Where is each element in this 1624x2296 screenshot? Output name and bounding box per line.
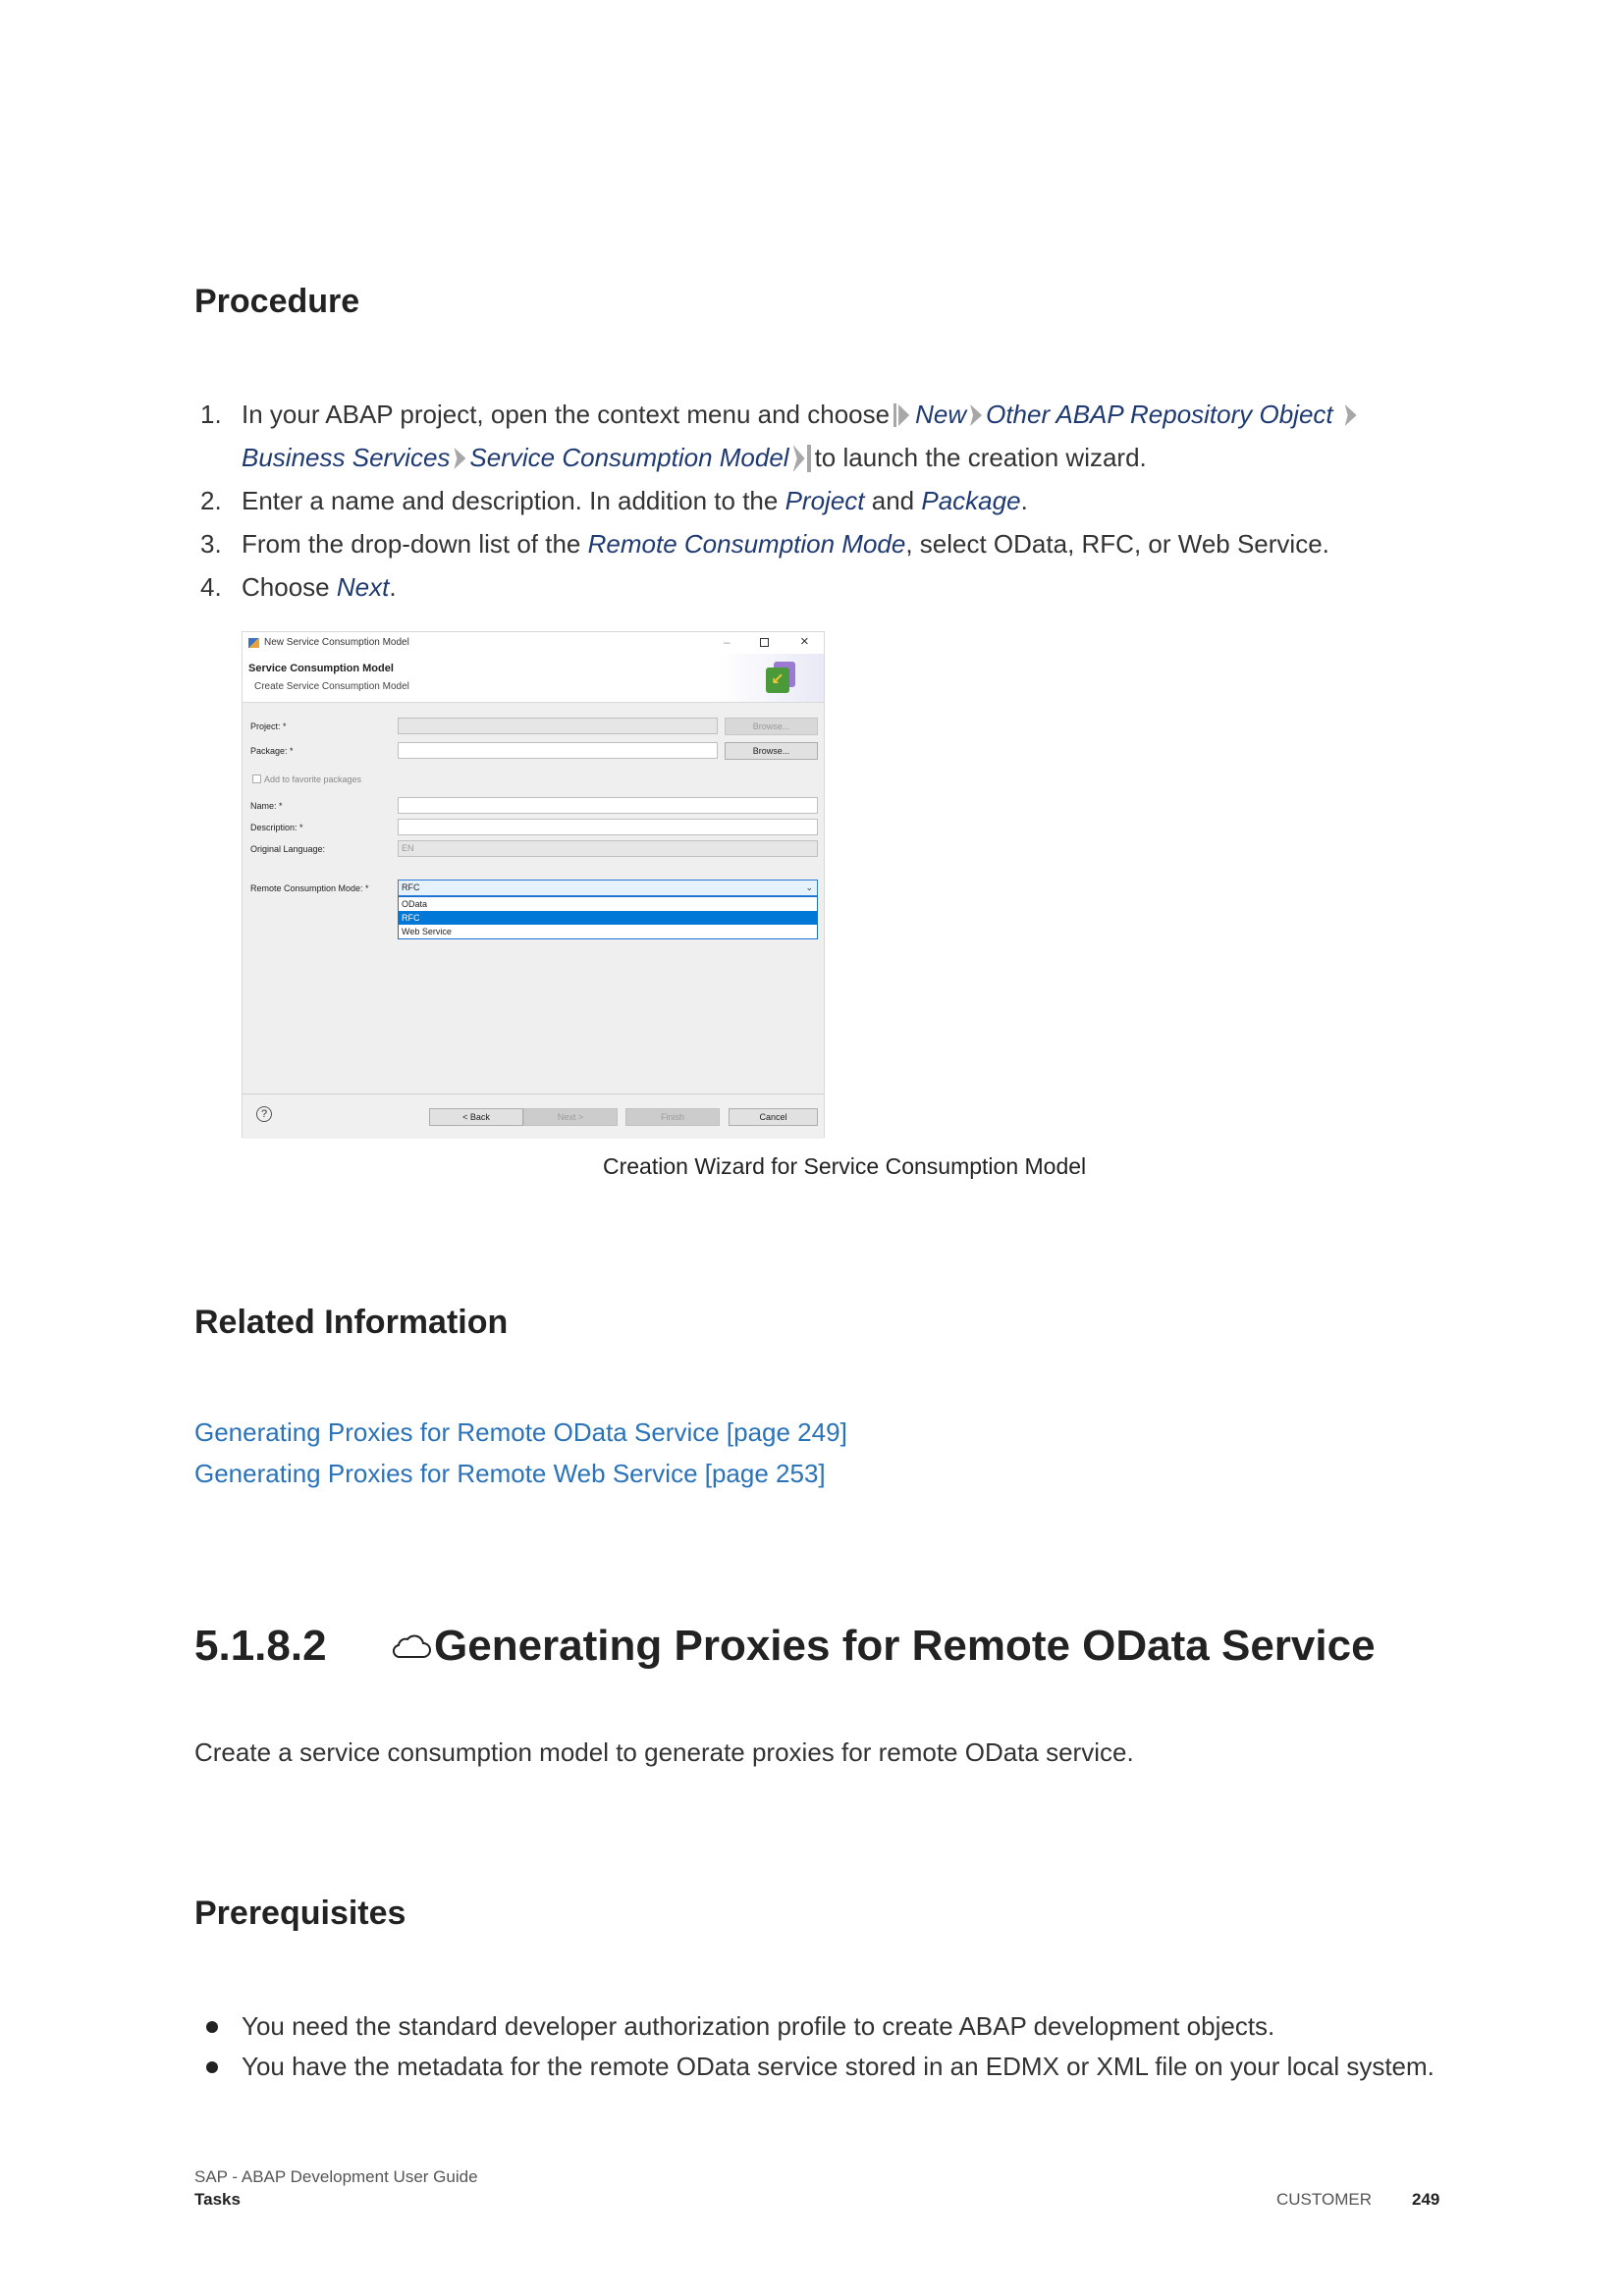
step-number: 4. — [200, 572, 222, 602]
remote-consumption-mode-label: Remote Consumption Mode: * — [250, 883, 369, 893]
step-4: 4. Choose Next. — [194, 565, 1471, 609]
prerequisites-list: You need the standard developer authoriz… — [194, 2006, 1435, 2087]
help-icon: ? — [256, 1106, 272, 1122]
remote-consumption-mode-value: RFC — [402, 882, 420, 892]
step-1: 1. In your ABAP project, open the contex… — [194, 393, 1471, 479]
step-text: In your ABAP project, open the context m… — [242, 400, 891, 429]
step-text: Choose — [242, 572, 330, 602]
menu-path-start-icon — [893, 403, 909, 427]
chevron-right-icon — [970, 404, 983, 426]
step-text: and — [871, 486, 915, 515]
page-number: 249 — [1412, 2190, 1440, 2209]
list-item: You have the metadata for the remote ODa… — [194, 2047, 1435, 2087]
package-field — [398, 742, 718, 759]
wizard-banner-icon: ↙ — [766, 662, 795, 695]
step-number: 1. — [200, 400, 222, 429]
dialog-header: Service Consumption Model Create Service… — [243, 654, 824, 703]
favorite-label: Add to favorite packages — [264, 774, 362, 784]
step-3: 3. From the drop-down list of the Remote… — [194, 522, 1471, 565]
related-link-odata[interactable]: Generating Proxies for Remote OData Serv… — [194, 1417, 847, 1448]
figure-caption: Creation Wizard for Service Consumption … — [603, 1153, 1087, 1179]
original-language-field: EN — [398, 840, 818, 857]
wizard-screenshot: New Service Consumption Model – × Servic… — [242, 631, 825, 1139]
description-label: Description: * — [250, 823, 303, 832]
footer-section: Tasks — [194, 2190, 241, 2209]
step-text: . — [1020, 486, 1028, 515]
procedure-steps: 1. In your ABAP project, open the contex… — [194, 393, 1471, 609]
section-title: Generating Proxies for Remote OData Serv… — [391, 1622, 1376, 1671]
menu-path-end-icon — [793, 445, 811, 472]
list-item: You need the standard developer authoriz… — [194, 2006, 1435, 2047]
menu-new: New — [915, 400, 967, 429]
term-next: Next — [336, 572, 390, 602]
step-number: 3. — [200, 529, 222, 559]
step-text: . — [389, 572, 397, 602]
maximize-icon — [760, 638, 769, 647]
project-field — [398, 718, 718, 734]
related-link-web-service[interactable]: Generating Proxies for Remote Web Servic… — [194, 1459, 826, 1489]
dialog-header-subtitle: Create Service Consumption Model — [254, 681, 409, 692]
step-text: , select OData, RFC, or Web Service. — [905, 529, 1329, 559]
description-field — [398, 819, 818, 835]
menu-service-consumption-model: Service Consumption Model — [469, 443, 789, 472]
step-text: From the drop-down list of the — [242, 529, 581, 559]
next-button: Next > — [523, 1108, 618, 1126]
dialog-footer: ? < Back Next > Finish Cancel — [243, 1094, 824, 1139]
remote-consumption-mode-select: RFC ⌄ — [398, 880, 818, 896]
eclipse-app-icon — [248, 638, 259, 648]
footer-document-title: SAP - ABAP Development User Guide — [194, 2167, 478, 2186]
package-label: Package: * — [250, 746, 294, 756]
project-label: Project: * — [250, 721, 287, 731]
favorite-checkbox: Add to favorite packages — [252, 774, 361, 784]
name-label: Name: * — [250, 801, 283, 811]
chevron-right-icon — [1344, 404, 1357, 426]
back-button: < Back — [429, 1108, 523, 1126]
menu-other-abap-repository-object: Other ABAP Repository Object — [986, 400, 1333, 429]
project-browse-button: Browse... — [725, 718, 818, 735]
step-2: 2. Enter a name and description. In addi… — [194, 479, 1471, 522]
prerequisites-heading: Prerequisites — [194, 1895, 406, 1932]
close-icon: × — [800, 633, 809, 650]
minimize-icon: – — [724, 635, 731, 649]
package-browse-button: Browse... — [725, 742, 818, 760]
footer-audience: CUSTOMER — [1276, 2190, 1372, 2209]
chevron-down-icon: ⌄ — [805, 882, 813, 892]
option-web-service: Web Service — [402, 927, 452, 936]
option-odata: OData — [402, 899, 428, 909]
cancel-button: Cancel — [729, 1108, 818, 1126]
dialog-header-title: Service Consumption Model — [248, 663, 394, 674]
step-text: to launch the creation wizard. — [814, 443, 1147, 472]
mode-dropdown-list: OData RFC Web Service — [398, 896, 818, 939]
procedure-heading: Procedure — [194, 283, 360, 320]
section-title-text: Generating Proxies for Remote OData Serv… — [434, 1622, 1376, 1670]
chevron-right-icon — [454, 448, 466, 469]
original-language-label: Original Language: — [250, 844, 326, 854]
cloud-icon — [392, 1634, 431, 1659]
related-information-heading: Related Information — [194, 1304, 509, 1341]
dialog-window-title: New Service Consumption Model — [264, 637, 409, 648]
section-intro: Create a service consumption model to ge… — [194, 1737, 1134, 1767]
menu-business-services: Business Services — [242, 443, 451, 472]
option-rfc: RFC — [399, 911, 817, 925]
term-remote-consumption-mode: Remote Consumption Mode — [587, 529, 906, 559]
term-project: Project — [785, 486, 865, 515]
name-field — [398, 797, 818, 814]
section-number: 5.1.8.2 — [194, 1622, 327, 1670]
finish-button: Finish — [625, 1108, 720, 1126]
checkbox-icon — [252, 774, 261, 783]
dialog-titlebar: New Service Consumption Model – × — [243, 632, 824, 654]
term-package: Package — [921, 486, 1021, 515]
step-text: Enter a name and description. In additio… — [242, 486, 779, 515]
step-number: 2. — [200, 486, 222, 515]
